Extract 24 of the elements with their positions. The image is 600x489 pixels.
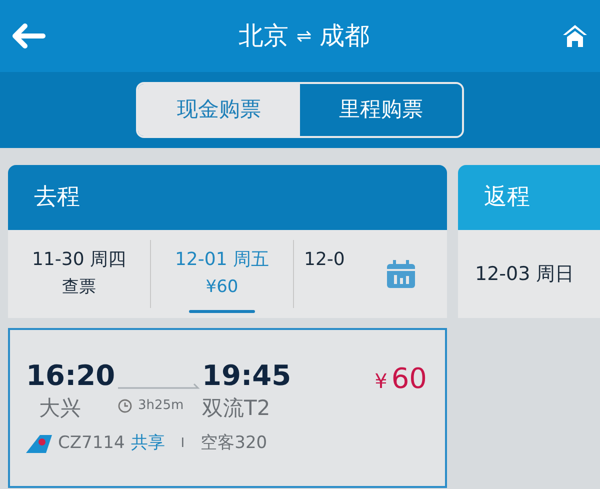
return-title: 返程: [484, 183, 530, 212]
date-tab[interactable]: 12-0: [294, 230, 354, 318]
departure-time: 16:20: [26, 358, 116, 393]
flight-card[interactable]: 16:20 大兴 3h25m 19:45 双流T2 ¥60 CZ7114 共享 I 空客320: [8, 328, 447, 488]
separator: I: [180, 434, 186, 452]
clock-icon: [118, 398, 132, 413]
codeshare-label: 共享: [130, 432, 165, 454]
airline-tail-logo: [26, 433, 52, 454]
swap-icon: ⇌: [296, 22, 312, 50]
home-icon[interactable]: [562, 23, 588, 49]
destination-city: 成都: [320, 20, 370, 52]
calendar-icon[interactable]: [386, 259, 416, 289]
arrival-time: 19:45: [202, 358, 292, 393]
departure-airport: 大兴: [38, 395, 82, 422]
flight-number: CZ7114: [58, 432, 125, 454]
back-arrow-icon[interactable]: [12, 23, 46, 49]
origin-city: 北京: [238, 20, 288, 52]
ticket-type-tab[interactable]: 现金购票: [138, 84, 300, 136]
aircraft-type: 空客320: [200, 432, 268, 454]
flight-price: ¥60: [374, 361, 428, 397]
arrival-airport: 双流T2: [202, 395, 272, 422]
flight-duration: 3h25m: [138, 397, 184, 415]
outbound-title: 去程: [34, 183, 80, 212]
date-tab[interactable]: 11-30 周四 查票: [8, 230, 150, 318]
